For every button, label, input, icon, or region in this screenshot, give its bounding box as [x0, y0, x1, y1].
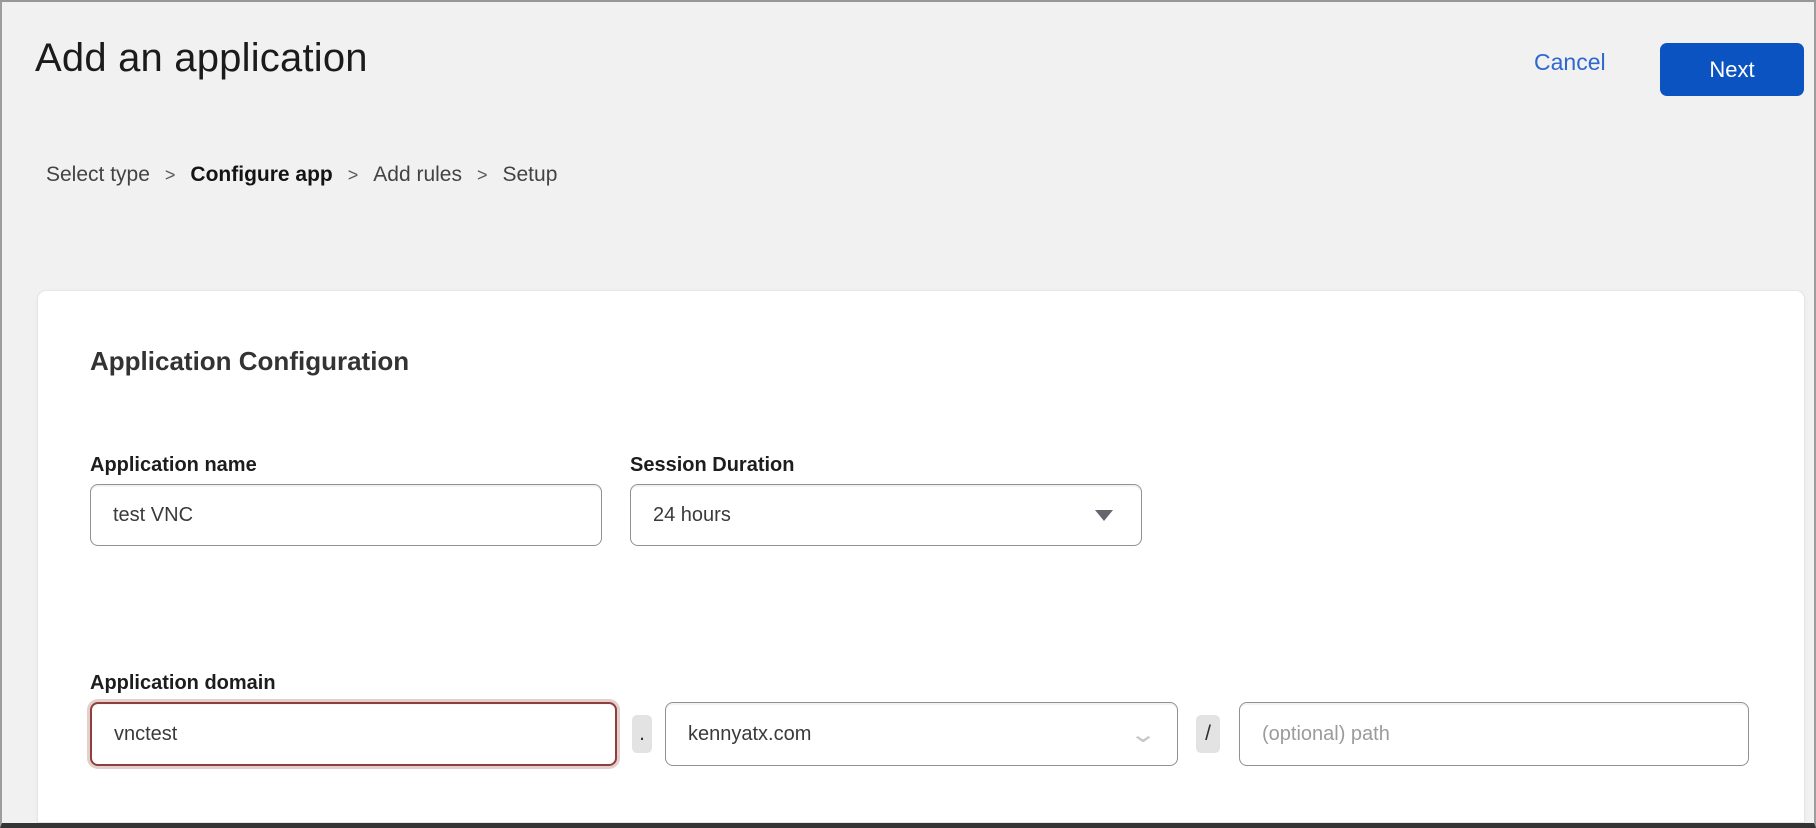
- path-input[interactable]: [1239, 702, 1749, 766]
- domain-select[interactable]: kennyatx.com ⌄: [665, 702, 1178, 766]
- page-title: Add an application: [35, 36, 368, 81]
- application-name-input[interactable]: [90, 484, 602, 546]
- breadcrumb-step-add-rules[interactable]: Add rules: [373, 163, 462, 187]
- domain-dot-separator: .: [632, 715, 652, 753]
- domain-slash-separator: /: [1196, 715, 1220, 753]
- application-domain-label: Application domain: [90, 672, 276, 695]
- breadcrumb-step-setup[interactable]: Setup: [503, 163, 558, 187]
- application-name-label: Application name: [90, 454, 257, 477]
- session-duration-label: Session Duration: [630, 454, 794, 477]
- section-title: Application Configuration: [90, 346, 409, 377]
- breadcrumb-separator: >: [165, 165, 176, 186]
- domain-select-value: kennyatx.com: [688, 723, 811, 746]
- breadcrumb-step-configure-app[interactable]: Configure app: [190, 163, 332, 187]
- subdomain-input[interactable]: [90, 702, 617, 766]
- cancel-button[interactable]: Cancel: [1534, 49, 1606, 76]
- breadcrumb-step-select-type[interactable]: Select type: [46, 163, 150, 187]
- breadcrumb: Select type > Configure app > Add rules …: [46, 163, 557, 187]
- session-duration-select[interactable]: 24 hours: [630, 484, 1142, 546]
- session-duration-value: 24 hours: [653, 504, 731, 527]
- caret-down-icon: [1095, 510, 1113, 521]
- breadcrumb-separator: >: [477, 165, 488, 186]
- app-window: Add an application Cancel Next Select ty…: [0, 0, 1816, 828]
- breadcrumb-separator: >: [348, 165, 359, 186]
- chevron-down-icon: ⌄: [1129, 720, 1157, 749]
- next-button[interactable]: Next: [1660, 43, 1804, 96]
